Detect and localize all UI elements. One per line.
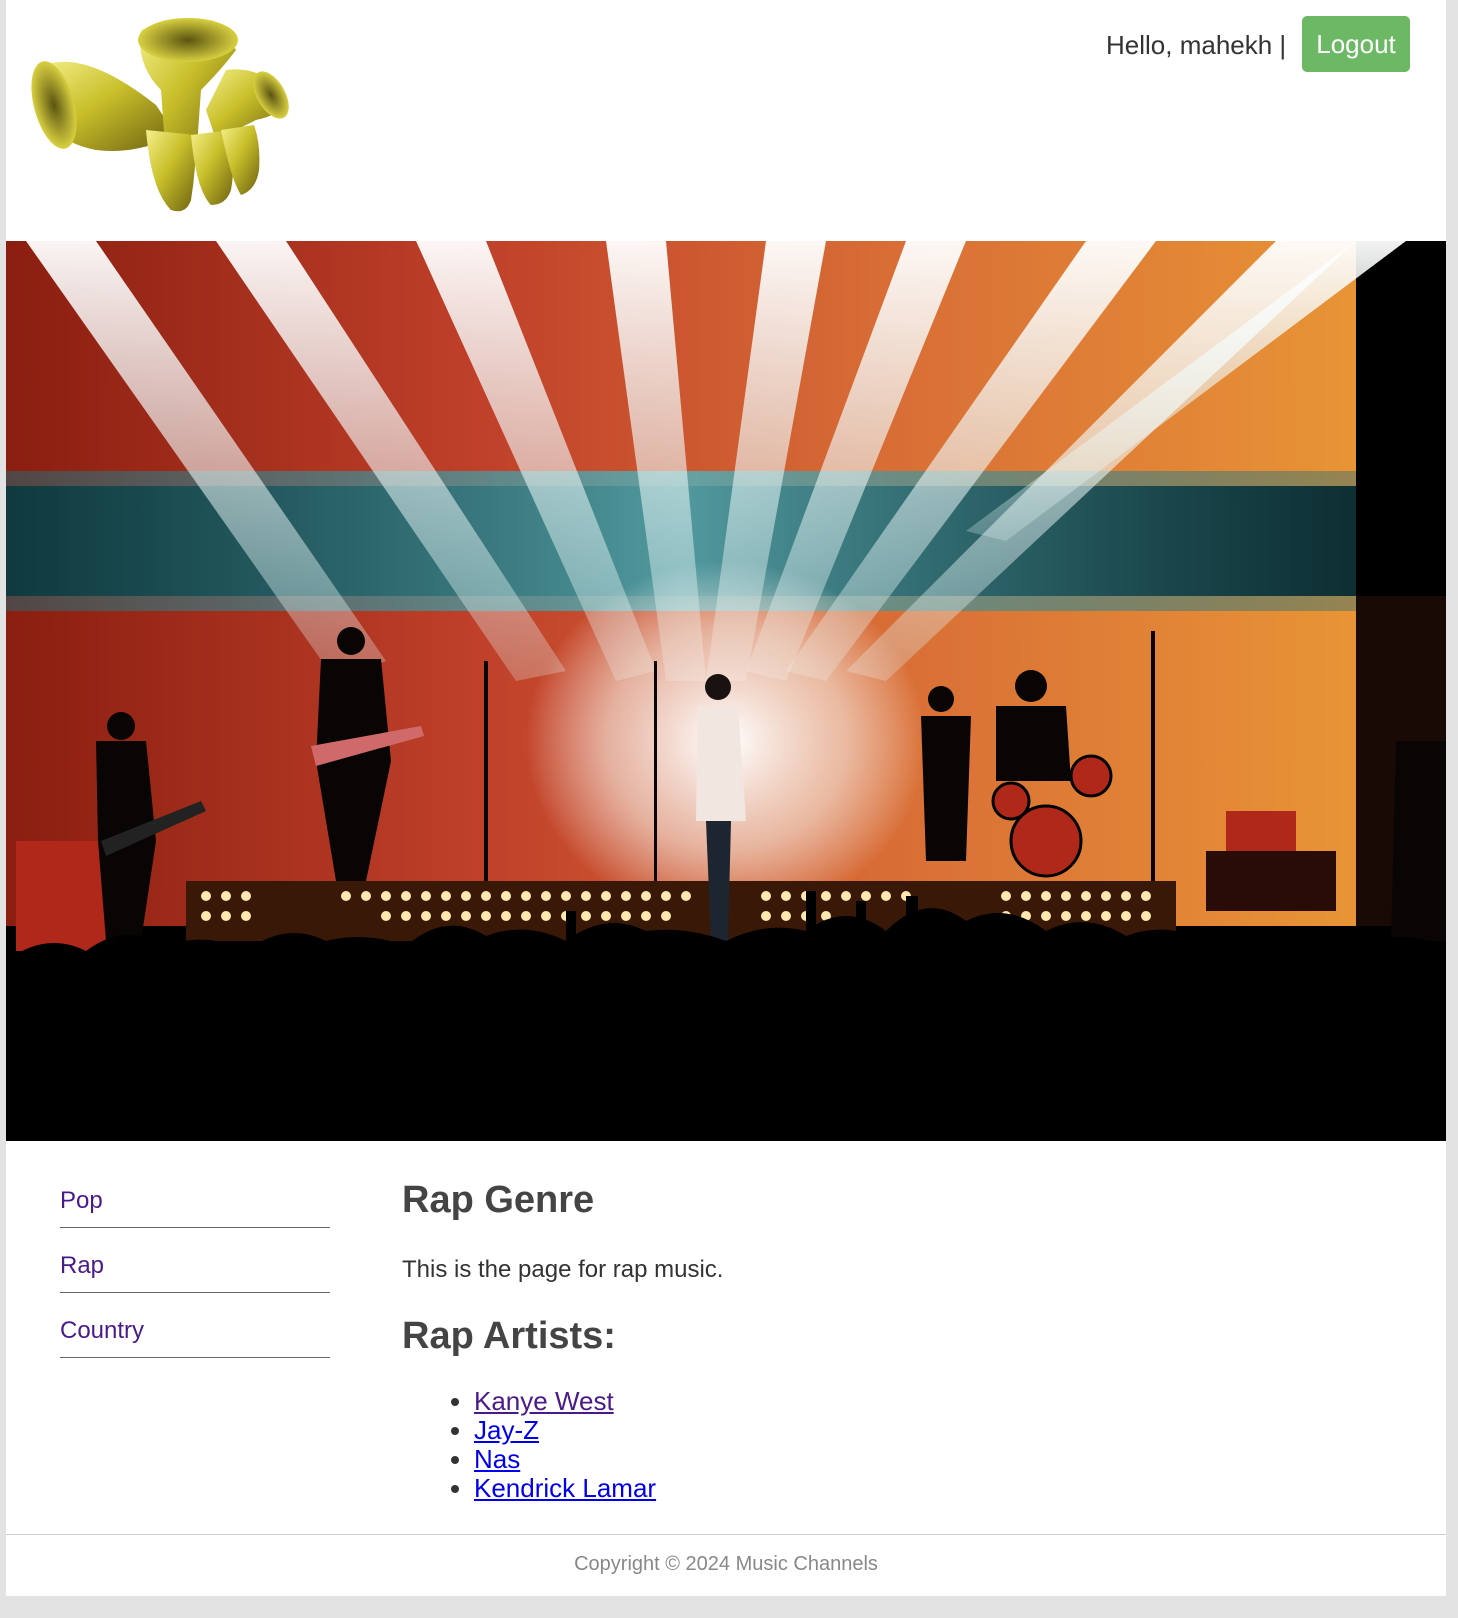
artists-heading: Rap Artists: <box>402 1315 616 1357</box>
artist-link-kanye-west[interactable]: Kanye West <box>474 1386 614 1416</box>
genre-description: This is the page for rap music. <box>402 1256 724 1283</box>
horn-logo-icon[interactable] <box>26 10 296 220</box>
page-title: Rap Genre <box>402 1179 595 1221</box>
sidebar-item-rap[interactable]: Rap <box>60 1228 330 1293</box>
artist-link-jay-z[interactable]: Jay-Z <box>474 1415 539 1445</box>
artist-list: Kanye West Jay-Z Nas Kendrick Lamar <box>402 1387 656 1503</box>
artist-link-nas[interactable]: Nas <box>474 1444 520 1474</box>
artist-link-kendrick-lamar[interactable]: Kendrick Lamar <box>474 1473 656 1503</box>
copyright-text: Copyright © 2024 Music Channels <box>574 1553 878 1575</box>
hero-concert-image <box>6 241 1446 1141</box>
greeting-text: Hello, mahekh | <box>1106 30 1287 60</box>
page-container: Hello, mahekh | Logout Pop Rap Country R… <box>6 0 1446 1596</box>
header: Hello, mahekh | Logout <box>6 0 1446 241</box>
list-item: Jay-Z <box>474 1416 656 1445</box>
list-item: Kendrick Lamar <box>474 1474 656 1503</box>
sidebar-item-country[interactable]: Country <box>60 1293 330 1358</box>
footer: Copyright © 2024 Music Channels <box>6 1534 1446 1596</box>
genre-sidebar: Pop Rap Country <box>60 1163 330 1358</box>
logout-button[interactable]: Logout <box>1302 16 1410 72</box>
content-area: Pop Rap Country Rap Genre This is the pa… <box>6 1141 1446 1534</box>
list-item: Kanye West <box>474 1387 656 1416</box>
list-item: Nas <box>474 1445 656 1474</box>
sidebar-item-pop[interactable]: Pop <box>60 1163 330 1228</box>
